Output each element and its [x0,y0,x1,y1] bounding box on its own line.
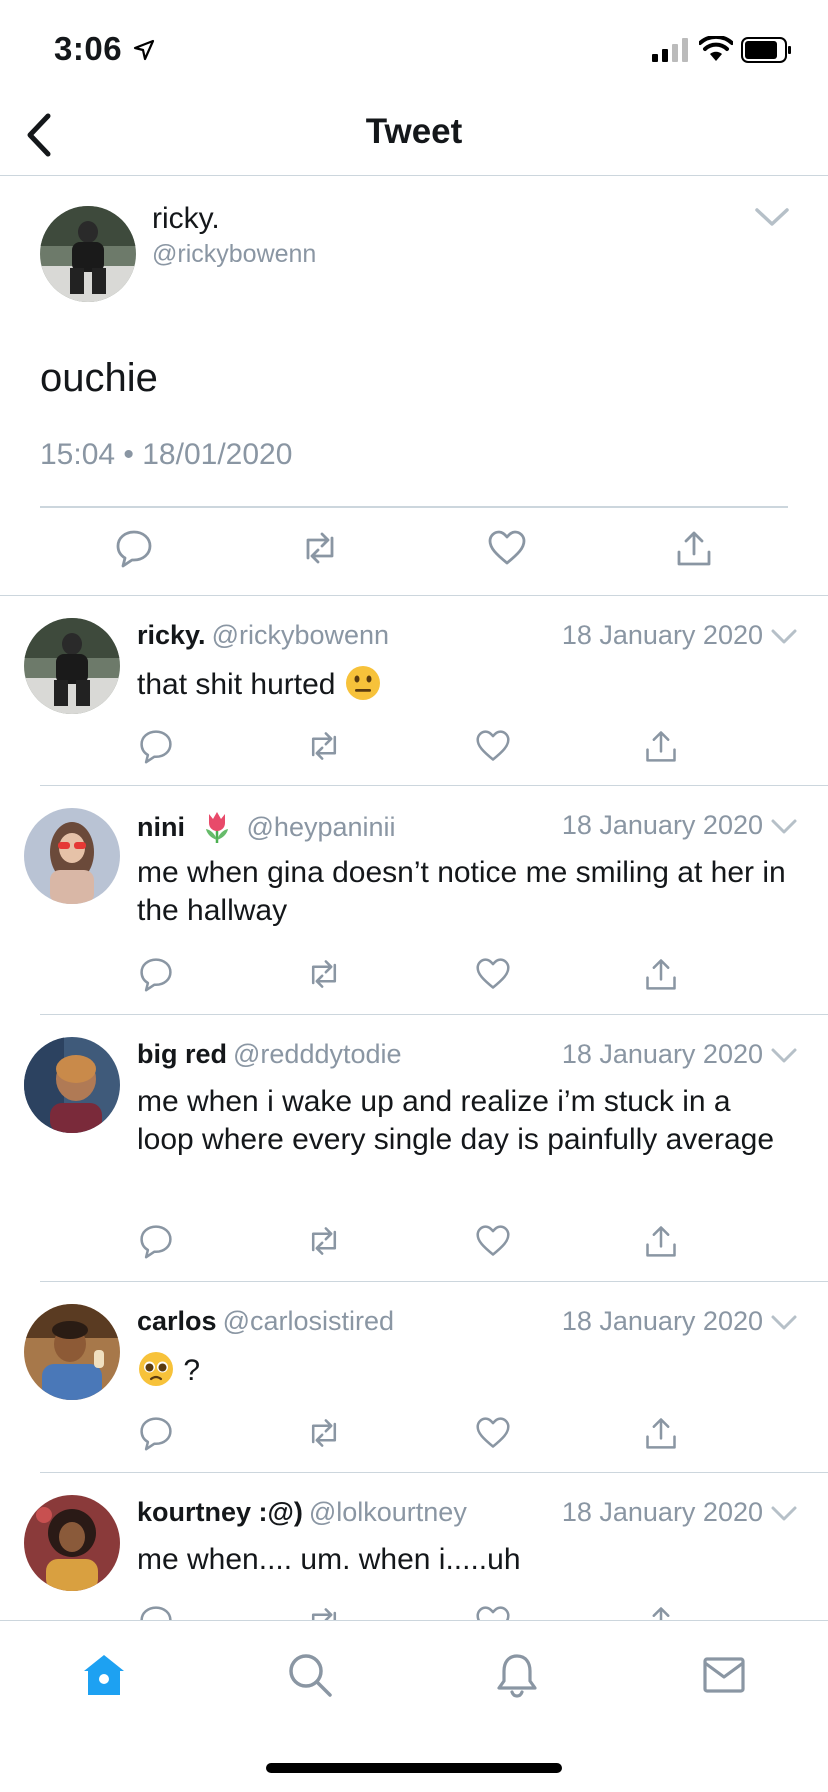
tulip-emoji-icon [205,812,228,843]
avatar[interactable] [24,1495,120,1591]
tweet-actions [0,528,828,578]
tweet-date: 18 January 2020 [561,1039,763,1069]
avatar[interactable] [40,206,136,302]
tweet-date: 18 January 2020 [561,810,763,840]
home-indicator[interactable] [266,1763,562,1773]
tweet-actions [0,728,828,768]
reply-icon[interactable] [138,1415,174,1451]
reply-tweet[interactable]: big red @redddytodie 18 January 2020 me w… [0,1015,828,1282]
messages-icon[interactable] [700,1651,748,1699]
share-icon[interactable] [643,1604,679,1620]
reply-icon[interactable] [138,728,174,764]
nav-bar: Tweet [0,96,828,176]
status-bar: 3:06 [0,0,828,96]
retweet-icon[interactable] [300,528,340,568]
reply-tweet[interactable]: ricky. @rickybowenn 18 January 2020 that … [0,596,828,786]
reply-tweet[interactable]: nini @heypaninii 18 January 2020 me when… [0,786,828,1015]
wifi-icon [699,36,733,61]
reply-icon[interactable] [138,1604,174,1620]
status-time: 3:06 [54,30,123,67]
retweet-icon[interactable] [306,1223,342,1259]
retweet-icon[interactable] [306,956,342,992]
chevron-down-icon[interactable] [754,206,790,230]
reply-icon[interactable] [114,528,154,568]
avatar[interactable] [24,618,120,714]
author-handle[interactable]: @rickybowenn [212,620,389,650]
tweet-text: that shit hurted [137,664,787,704]
author-name[interactable]: kourtney :@) [137,1497,303,1527]
share-icon[interactable] [643,1415,679,1451]
page-title: Tweet [365,112,463,151]
location-arrow-icon [133,39,155,61]
tweet-actions [0,1223,828,1263]
tweet-actions [0,1415,828,1455]
tweet-actions [0,956,828,996]
tweet-text: me when i wake up and realize i’m stuck … [137,1085,775,1156]
tweet-timestamp: 15:04 • 18/01/2020 [40,438,293,471]
signal-icon [652,38,688,62]
like-icon[interactable] [475,1415,511,1451]
like-icon[interactable] [475,1223,511,1259]
reply-tweet[interactable]: carlos @carlosistired 18 January 2020 ? [0,1282,828,1473]
like-icon[interactable] [475,956,511,992]
share-icon[interactable] [643,728,679,764]
tweet-text: me when gina doesn’t notice me smiling a… [137,856,786,927]
author-name[interactable]: ricky. [137,620,206,650]
chevron-down-icon[interactable] [770,628,798,646]
like-icon[interactable] [475,728,511,764]
author-handle[interactable]: @lolkourtney [309,1497,467,1527]
avatar[interactable] [24,808,120,904]
tweet-text-content: ? [183,1354,201,1387]
author-name[interactable]: carlos [137,1306,217,1336]
pleading-face-emoji-icon [139,1352,173,1386]
author-handle[interactable]: @redddytodie [233,1039,402,1069]
reply-icon[interactable] [138,1223,174,1259]
tweet-date: 18 January 2020 [561,1306,763,1336]
share-icon[interactable] [643,1223,679,1259]
tweet-text: ? [137,1350,787,1390]
like-icon[interactable] [475,1604,511,1620]
tweet-date: 18 January 2020 [561,620,763,650]
reply-icon[interactable] [138,956,174,992]
retweet-icon[interactable] [306,1604,342,1620]
divider [40,506,788,508]
main-tweet: ricky. @rickybowenn ouchie 15:04 • 18/01… [0,176,828,596]
author-handle[interactable]: @carlosistired [223,1306,394,1336]
neutral-face-emoji-icon [345,666,380,700]
reply-tweet[interactable]: kourtney :@) @lolkourtney 18 January 2020… [0,1473,828,1620]
notifications-icon[interactable] [493,1651,541,1699]
author-handle[interactable]: @rickybowenn [152,240,316,269]
tweet-text-content: that shit hurted [137,668,336,701]
share-icon[interactable] [674,528,714,568]
tweet-date: 18 January 2020 [561,1497,763,1527]
author-name[interactable]: ricky. [152,202,220,236]
chevron-down-icon[interactable] [770,1314,798,1332]
author-name[interactable]: nini [137,812,185,842]
search-icon[interactable] [286,1651,334,1699]
home-icon[interactable] [80,1651,128,1699]
avatar[interactable] [24,1304,120,1400]
author-name[interactable]: big red [137,1039,227,1069]
retweet-icon[interactable] [306,728,342,764]
chevron-down-icon[interactable] [770,1047,798,1065]
tweet-text: ouchie [40,356,158,400]
tweet-text: me when.... um. when i.....uh [137,1543,521,1576]
avatar[interactable] [24,1037,120,1133]
author-handle[interactable]: @heypaninii [247,812,396,842]
chevron-down-icon[interactable] [770,818,798,836]
tweet-actions [0,1604,828,1620]
chevron-down-icon[interactable] [770,1505,798,1523]
like-icon[interactable] [487,528,527,568]
share-icon[interactable] [643,956,679,992]
retweet-icon[interactable] [306,1415,342,1451]
battery-icon [741,37,791,63]
